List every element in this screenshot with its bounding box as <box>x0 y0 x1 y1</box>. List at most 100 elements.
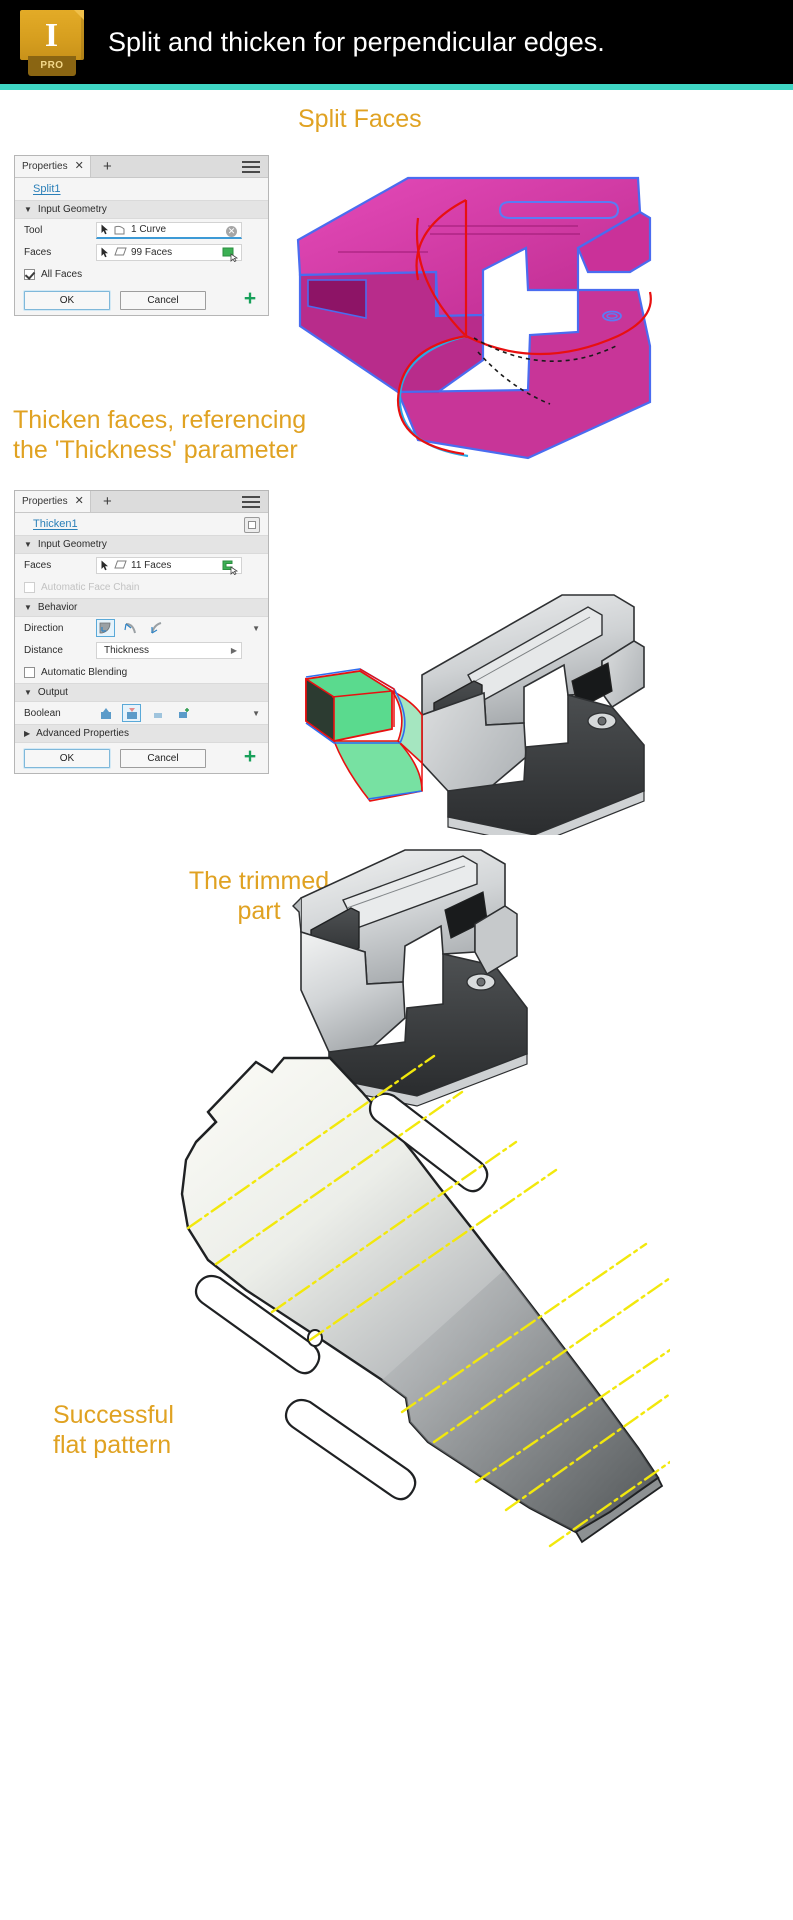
row-faces: Faces 11 Faces <box>15 554 268 576</box>
add-feature-button[interactable]: + <box>241 288 259 309</box>
tab-properties[interactable]: Properties ✕ <box>15 491 91 512</box>
ok-button[interactable]: OK <box>24 748 110 768</box>
direction-one-side-button[interactable] <box>96 619 115 637</box>
highlighted-thicken-faces <box>305 668 423 802</box>
automatic-face-chain-checkbox[interactable] <box>24 581 35 593</box>
split-properties-panel[interactable]: Properties ✕ + Split1 ▼ Input Geometry T… <box>14 155 269 316</box>
page-title: Split and thicken for perpendicular edge… <box>108 27 605 57</box>
row-faces: Faces 99 Faces <box>15 241 268 263</box>
automatic-face-chain-label: Automatic Face Chain <box>41 581 140 593</box>
tool-selection-field[interactable]: 1 Curve ✕ <box>96 221 242 239</box>
section-label: Output <box>37 687 68 698</box>
section-output[interactable]: ▼ Output <box>15 683 268 702</box>
section-label: Advanced Properties <box>36 728 129 739</box>
tab-label: Properties <box>22 161 68 172</box>
boolean-dropdown-caret-icon[interactable]: ▼ <box>252 709 260 718</box>
feature-name-link[interactable]: Thicken1 <box>33 518 78 530</box>
surface-body-icon[interactable] <box>244 517 260 533</box>
tab-label: Properties <box>22 496 68 507</box>
panel-tab-bar[interactable]: Properties ✕ + <box>15 156 268 178</box>
direction-dropdown-caret-icon[interactable]: ▼ <box>252 624 260 633</box>
direction-symmetric-button[interactable] <box>121 619 140 637</box>
logo-pro-badge: PRO <box>28 56 76 76</box>
all-faces-checkbox[interactable] <box>24 268 35 280</box>
row-all-faces[interactable]: All Faces <box>15 263 268 285</box>
chevron-down-icon: ▼ <box>24 205 32 214</box>
distance-label: Distance <box>24 644 63 656</box>
tab-properties[interactable]: Properties ✕ <box>15 156 91 177</box>
pointer-icon <box>101 247 110 258</box>
close-icon[interactable]: ✕ <box>75 496 84 507</box>
section-label: Input Geometry <box>37 204 107 215</box>
cancel-button[interactable]: Cancel <box>120 748 206 768</box>
boolean-label: Boolean <box>24 707 61 719</box>
faces-selection-field[interactable]: 99 Faces <box>96 243 242 262</box>
select-faces-icon[interactable] <box>222 559 239 575</box>
boolean-cut-button[interactable] <box>122 704 141 722</box>
thicken-panel-buttons: OK Cancel + <box>15 743 268 773</box>
feature-name-row: Split1 <box>15 178 268 200</box>
menu-icon[interactable] <box>242 496 260 508</box>
clear-selection-icon[interactable]: ✕ <box>226 225 237 237</box>
add-tab-icon[interactable]: + <box>103 159 112 174</box>
inventor-logo: I PRO <box>20 10 84 76</box>
direction-two-side-button[interactable] <box>146 619 165 637</box>
section-input-geometry[interactable]: ▼ Input Geometry <box>15 535 268 554</box>
section-advanced-properties[interactable]: ▶ Advanced Properties <box>15 724 268 743</box>
app-header-bar: I PRO Split and thicken for perpendicula… <box>0 0 793 84</box>
chevron-down-icon: ▼ <box>24 540 32 549</box>
pointer-icon <box>101 560 110 571</box>
section-behavior[interactable]: ▼ Behavior <box>15 598 268 617</box>
thicken-properties-panel[interactable]: Properties ✕ + Thicken1 ▼ Input Geometry… <box>14 490 269 774</box>
row-automatic-face-chain[interactable]: Automatic Face Chain <box>15 576 268 598</box>
annotation-thicken: Thicken faces, referencing the 'Thicknes… <box>13 406 307 464</box>
distance-dropdown-caret-icon[interactable]: ▶ <box>231 646 237 655</box>
select-faces-icon[interactable] <box>222 246 239 262</box>
curve-icon <box>114 225 126 235</box>
face-icon <box>114 247 127 257</box>
split-faces-3d-model <box>278 140 678 460</box>
row-tool: Tool 1 Curve ✕ <box>15 219 268 241</box>
face-icon <box>114 560 127 570</box>
boolean-join-button[interactable] <box>96 704 115 722</box>
feature-name-link[interactable]: Split1 <box>33 183 61 195</box>
pointer-icon <box>101 224 110 235</box>
add-tab-icon[interactable]: + <box>103 494 112 509</box>
section-input-geometry[interactable]: ▼ Input Geometry <box>15 200 268 219</box>
close-icon[interactable]: ✕ <box>75 161 84 172</box>
all-faces-label: All Faces <box>41 268 83 280</box>
feature-name-row: Thicken1 <box>15 513 268 535</box>
logo-letter: I <box>44 17 60 54</box>
faces-selection-field[interactable]: 11 Faces <box>96 556 242 575</box>
cancel-button[interactable]: Cancel <box>120 290 206 310</box>
chevron-down-icon: ▼ <box>24 688 32 697</box>
faces-value: 99 Faces <box>131 246 173 258</box>
panel-tab-bar[interactable]: Properties ✕ + <box>15 491 268 513</box>
slot-cutout-lower <box>284 1398 417 1501</box>
tool-label: Tool <box>24 224 43 236</box>
chevron-down-icon: ▼ <box>24 603 32 612</box>
chevron-right-icon: ▶ <box>24 729 31 738</box>
boolean-new-body-button[interactable] <box>174 704 193 722</box>
ok-button[interactable]: OK <box>24 290 110 310</box>
automatic-blending-label: Automatic Blending <box>41 666 128 678</box>
distance-value: Thickness <box>104 644 150 656</box>
section-label: Input Geometry <box>37 539 107 550</box>
row-boolean: Boolean ▼ <box>15 702 268 724</box>
annotation-split-faces: Split Faces <box>298 105 422 133</box>
add-feature-button[interactable]: + <box>241 746 259 767</box>
row-automatic-blending[interactable]: Automatic Blending <box>15 661 268 683</box>
automatic-blending-checkbox[interactable] <box>24 666 35 678</box>
faces-label: Faces <box>24 559 52 571</box>
faces-label: Faces <box>24 246 52 258</box>
distance-field[interactable]: Thickness ▶ <box>96 641 242 659</box>
faces-value: 11 Faces <box>131 559 172 571</box>
split-panel-buttons: OK Cancel + <box>15 285 268 315</box>
logo-tile: I <box>20 10 84 60</box>
flat-pattern-3d-model <box>10 1050 672 1910</box>
section-label: Behavior <box>37 602 78 613</box>
annotation-flat-pattern: Successful flat pattern <box>53 1401 174 1459</box>
menu-icon[interactable] <box>242 161 260 173</box>
boolean-intersect-button[interactable] <box>148 704 167 722</box>
direction-label: Direction <box>24 622 64 634</box>
